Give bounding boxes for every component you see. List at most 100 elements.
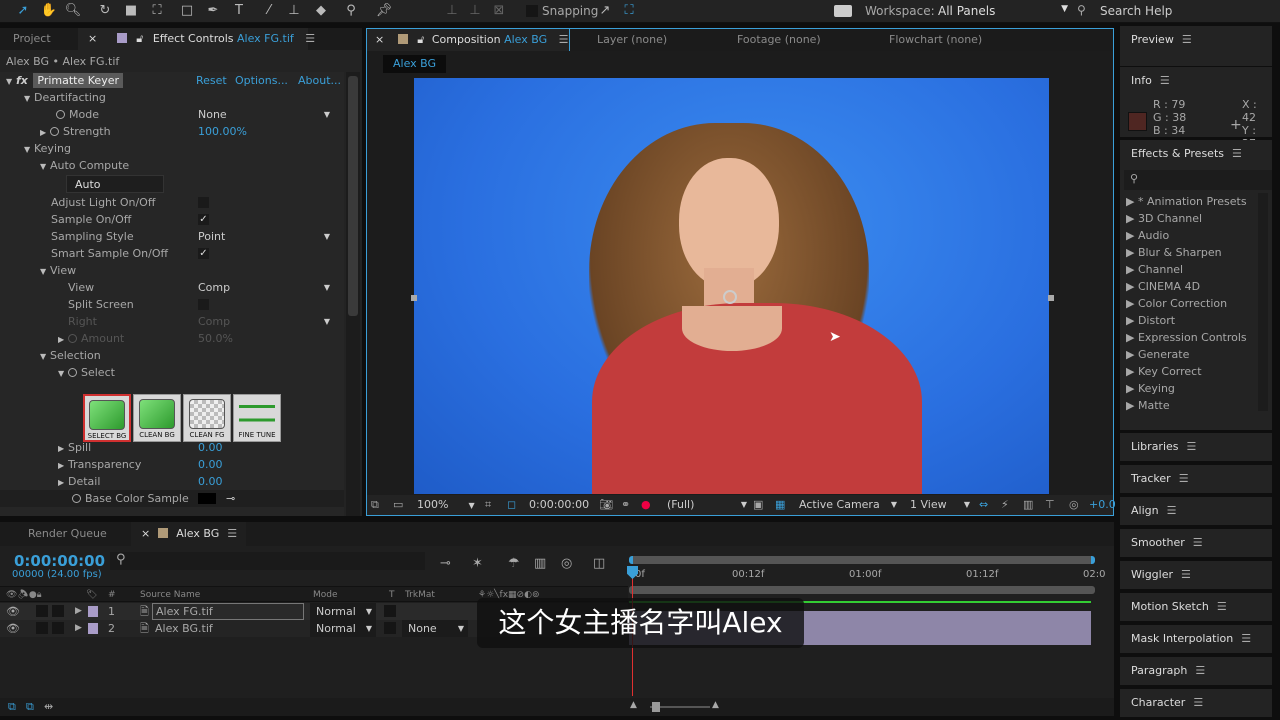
eye-icon[interactable]: 👁︎ xyxy=(6,620,20,637)
effects-scrollbar[interactable] xyxy=(1258,193,1268,411)
expand-triangle-icon[interactable]: ▼ xyxy=(40,348,50,365)
eraser-tool-icon[interactable]: ◆ xyxy=(312,3,330,19)
stopwatch-icon[interactable] xyxy=(50,127,59,136)
timeline-zoom-slider[interactable] xyxy=(650,702,710,712)
preserve-transparency-switch[interactable] xyxy=(384,622,396,634)
fast-draft-icon[interactable]: ⚡ xyxy=(1001,495,1009,515)
pen-tool-icon[interactable]: ✒ xyxy=(204,3,222,19)
color-swatch[interactable] xyxy=(198,493,216,504)
label-color-icon[interactable] xyxy=(88,606,98,617)
column-header[interactable]: T xyxy=(389,587,395,603)
views-dropdown[interactable]: 1 View ▼ xyxy=(910,495,970,515)
anchor-point-icon[interactable] xyxy=(723,290,737,304)
shy-layers-icon[interactable]: ☂ xyxy=(508,556,520,571)
panel-title[interactable]: Wiggler ☰ xyxy=(1131,561,1191,589)
snap-grid-icon[interactable]: ⛶ xyxy=(620,3,638,19)
lock-switch[interactable] xyxy=(52,605,64,617)
panel-title[interactable]: Paragraph ☰ xyxy=(1131,657,1205,685)
column-header[interactable]: Mode xyxy=(313,587,338,603)
axis-view-icon[interactable]: ⊠ xyxy=(490,3,508,19)
tab-project[interactable]: Project xyxy=(0,28,78,50)
axis-local-icon[interactable]: ⊥ xyxy=(443,3,461,19)
panel-title[interactable]: Libraries ☰ xyxy=(1131,433,1196,461)
fast-preview-icon[interactable]: ▣ xyxy=(753,495,763,515)
stopwatch-icon[interactable] xyxy=(68,368,77,377)
preserve-transparency-switch[interactable] xyxy=(384,605,396,617)
exposure-value[interactable]: +0.0 xyxy=(1089,495,1116,515)
auto-button[interactable]: Auto xyxy=(66,175,164,193)
effect-scrollbar[interactable] xyxy=(346,72,360,516)
layer-name[interactable]: Alex BG.tif xyxy=(152,620,304,637)
eyedropper-icon[interactable]: ⊸ xyxy=(226,490,235,507)
detail-value[interactable]: 0.00 xyxy=(198,473,223,490)
transfer-controls-toggle-icon[interactable]: ⧉ xyxy=(26,700,34,714)
panel-menu-icon[interactable]: ☰ xyxy=(305,32,315,45)
time-navigator[interactable] xyxy=(629,556,1095,564)
rotate-tool-icon[interactable]: ↻ xyxy=(96,3,114,19)
effects-category[interactable]: ▶ Distort xyxy=(1120,312,1258,329)
comp-viewer-image[interactable] xyxy=(414,78,1049,494)
timeline-icon[interactable]: ▥ xyxy=(1023,495,1033,515)
tab-footage[interactable]: Footage (none) xyxy=(737,29,821,51)
type-tool-icon[interactable]: T xyxy=(230,3,248,19)
sampling-style-dropdown[interactable]: Point xyxy=(198,229,336,244)
workspace-dropdown[interactable]: All Panels ▼ xyxy=(938,4,1068,18)
resolution-dropdown[interactable]: (Full) ▼ xyxy=(667,495,747,515)
effects-category[interactable]: ▶ 3D Channel xyxy=(1120,210,1258,227)
layer-handle[interactable] xyxy=(411,295,417,301)
effects-category[interactable]: ▶ Matte xyxy=(1120,397,1258,411)
transparency-value[interactable]: 0.00 xyxy=(198,456,223,473)
region-of-interest-icon[interactable]: ⌗ xyxy=(485,495,491,515)
strength-value[interactable]: 100.00% xyxy=(198,123,247,140)
close-icon[interactable]: × xyxy=(141,527,150,540)
effects-category[interactable]: ▶ Keying xyxy=(1120,380,1258,397)
expand-triangle-icon[interactable]: ▶ xyxy=(58,440,68,457)
zoom-in-icon[interactable]: ▲ xyxy=(712,700,719,710)
expand-triangle-icon[interactable]: ▼ xyxy=(58,365,68,382)
panel-title[interactable]: Info ☰ xyxy=(1131,67,1170,95)
split-screen-checkbox[interactable] xyxy=(198,299,209,310)
zoom-out-icon[interactable]: ▲ xyxy=(630,700,637,710)
layer-handle[interactable] xyxy=(1048,295,1054,301)
label-color-icon[interactable] xyxy=(88,623,98,634)
snap-expand-icon[interactable]: ↗ xyxy=(596,3,614,19)
tab-render-queue[interactable]: Render Queue xyxy=(0,522,130,546)
expand-triangle-icon[interactable]: ▼ xyxy=(24,90,34,107)
snapping-checkbox[interactable] xyxy=(526,5,538,17)
expand-triangle-icon[interactable]: ▼ xyxy=(24,141,34,158)
exposure-icon[interactable]: ◎ xyxy=(1069,495,1079,515)
tab-layer[interactable]: Layer (none) xyxy=(597,29,667,51)
mode-dropdown[interactable]: Normal ▼ xyxy=(310,603,376,620)
effects-category[interactable]: ▶ Blur & Sharpen xyxy=(1120,244,1258,261)
comp-breadcrumb[interactable]: Alex BG xyxy=(383,55,447,73)
reset-link[interactable]: Reset xyxy=(196,72,227,89)
expand-triangle-icon[interactable]: ▶ xyxy=(58,474,68,491)
solo-switch[interactable] xyxy=(36,605,48,617)
selection-tool-icon[interactable]: ➚ xyxy=(14,3,32,19)
view-dropdown[interactable]: Comp xyxy=(198,280,336,295)
clone-stamp-tool-icon[interactable]: ⊥ xyxy=(285,3,303,19)
tab-effect-controls[interactable]: × 🔓︎ Effect Controls Alex FG.tif ☰ xyxy=(78,28,315,50)
adjust-light-checkbox[interactable] xyxy=(198,197,209,208)
camera-dropdown[interactable]: Active Camera ▼ xyxy=(799,495,897,515)
effects-category[interactable]: ▶ CINEMA 4D xyxy=(1120,278,1258,295)
motion-blur-icon[interactable]: ◎ xyxy=(561,556,572,571)
effects-category[interactable]: ▶ * Animation Presets xyxy=(1120,193,1258,210)
clean-fg-button[interactable]: CLEAN FG xyxy=(183,394,231,442)
current-timecode[interactable]: 0:00:00:00 xyxy=(14,552,105,570)
expand-triangle-icon[interactable]: ▶ xyxy=(58,457,68,474)
search-icon[interactable]: ⚲ xyxy=(1077,3,1086,17)
panel-title[interactable]: Motion Sketch ☰ xyxy=(1131,593,1227,621)
panel-title[interactable]: Align ☰ xyxy=(1131,497,1176,525)
expand-triangle-icon[interactable]: ▶ xyxy=(75,603,82,620)
options-link[interactable]: Options... xyxy=(235,72,288,89)
stopwatch-icon[interactable] xyxy=(72,494,81,503)
expand-triangle-icon[interactable]: ▼ xyxy=(40,158,50,175)
panel-title[interactable]: Character ☰ xyxy=(1131,689,1203,717)
tab-alex-bg[interactable]: × Alex BG ☰ xyxy=(131,522,246,546)
time-ruler[interactable]: 0f 00:12f 01:00f 01:12f 02:0 xyxy=(629,566,1105,584)
expand-triangle-icon[interactable]: ▼ xyxy=(6,73,16,90)
transparency-grid-icon[interactable]: ◻ xyxy=(507,495,516,515)
panel-title[interactable]: Effects & Presets ☰ xyxy=(1131,140,1242,168)
effects-category[interactable]: ▶ Color Correction xyxy=(1120,295,1258,312)
